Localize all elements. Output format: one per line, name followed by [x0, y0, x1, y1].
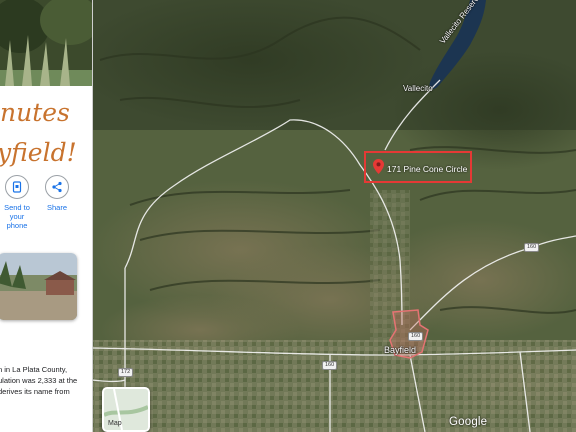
send-to-phone-label: Send to your phone — [4, 203, 30, 230]
route-shield: 160 — [322, 361, 338, 370]
route-shield: 160 — [524, 243, 540, 252]
map-type-toggle[interactable]: Map — [102, 387, 150, 432]
phone-send-icon — [5, 175, 29, 199]
farmland — [92, 340, 576, 432]
map-type-label: Map — [108, 420, 122, 427]
property-marker-callout[interactable]: 171 Pine Cone Circle — [364, 151, 472, 183]
send-to-phone-button[interactable]: Send to your phone — [0, 175, 37, 230]
property-address-label: 171 Pine Cone Circle — [387, 164, 468, 174]
town-description: n in La Plata County, ulation was 2,333 … — [0, 365, 78, 396]
share-button[interactable]: Share — [37, 175, 77, 212]
listing-photo[interactable] — [0, 0, 92, 86]
headline-line-2: yfield! — [0, 138, 77, 167]
route-shield: 160 — [408, 332, 424, 341]
share-icon — [45, 175, 69, 199]
town-label-vallecito: Vallecito — [403, 84, 433, 93]
listing-side-panel: nutes yfield! Send to your phone Share n … — [0, 0, 93, 432]
headline-line-1: nutes — [0, 98, 70, 127]
share-label: Share — [46, 203, 67, 212]
google-attribution: Google — [449, 416, 488, 428]
route-shield: 172 — [118, 368, 134, 377]
street-view-thumbnail[interactable] — [0, 253, 77, 320]
town-label-bayfield: Bayfield — [384, 345, 417, 355]
location-pin-icon — [373, 159, 384, 174]
